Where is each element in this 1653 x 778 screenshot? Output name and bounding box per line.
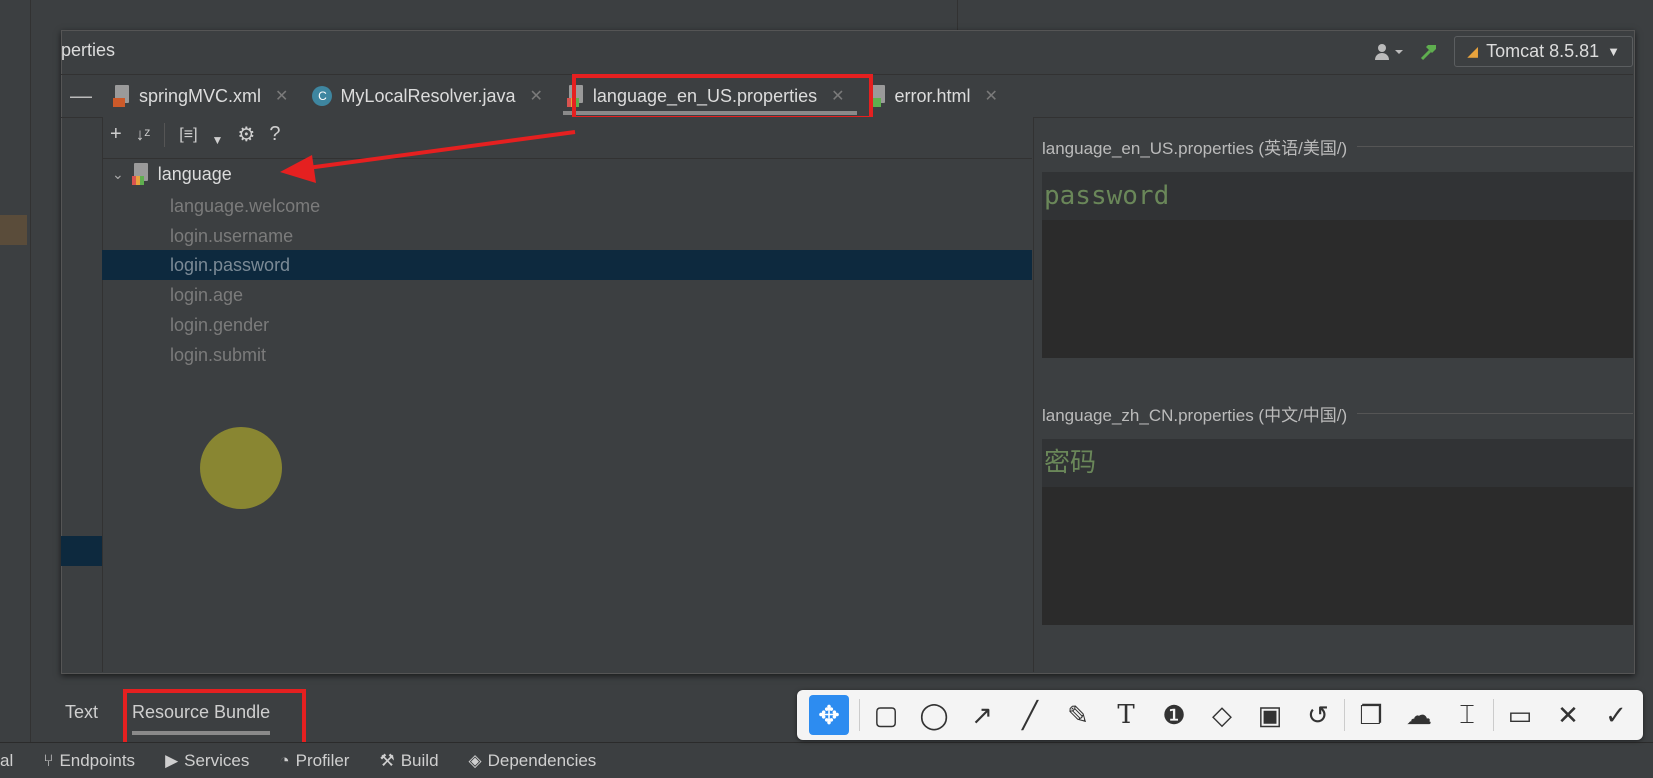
eraser-icon[interactable]: ◇: [1198, 695, 1246, 735]
java-class-icon: C: [312, 86, 333, 106]
ellipse-icon[interactable]: ◯: [910, 695, 958, 735]
copy-icon[interactable]: ❐: [1347, 695, 1395, 735]
tab-text[interactable]: Text: [61, 696, 102, 729]
tree-key-row-selected[interactable]: login.password: [102, 250, 1032, 280]
close-icon[interactable]: ✕: [1544, 695, 1592, 735]
build-icon: ⚒: [379, 750, 395, 770]
en-us-value-editor[interactable]: password: [1042, 172, 1633, 358]
left-tool-strip: [0, 0, 31, 742]
zh-cn-value-label: language_zh_CN.properties (中文/中国/): [1042, 401, 1633, 426]
statusbar-dependencies[interactable]: ◈ Dependencies: [469, 751, 597, 771]
window-title: perties: [61, 40, 116, 60]
ocr-icon[interactable]: ⌶: [1443, 695, 1491, 735]
gutter-selection-marker: [61, 536, 102, 566]
confirm-icon[interactable]: ✓: [1592, 695, 1640, 735]
annotation-arrow: [280, 130, 576, 183]
statusbar-terminal[interactable]: al: [0, 751, 13, 771]
text-icon[interactable]: T: [1102, 695, 1150, 735]
statusbar-profiler[interactable]: ◔ Profiler: [279, 751, 349, 771]
chevron-down-icon: ▼: [1607, 44, 1620, 59]
screenshot-annotation-toolbar: ✥ ▢ ◯ ↗ ╱ ✎ T ❶ ◇ ▣ ↺ ❐ ☁ ⌶ ▭ ✕ ✓: [797, 690, 1643, 740]
tree-key-row[interactable]: language.welcome: [102, 191, 1032, 221]
run-config-label: Tomcat 8.5.81: [1486, 41, 1600, 61]
dropdown-icon[interactable]: ▼: [212, 133, 224, 147]
sort-icon[interactable]: ↓ᶻ: [136, 125, 151, 145]
tree-root-language[interactable]: ⌄ language: [112, 163, 232, 185]
tree-key-row[interactable]: login.gender: [102, 310, 1032, 340]
collapse-icon[interactable]: —: [61, 83, 101, 109]
user-icon[interactable]: [1374, 42, 1404, 62]
line-icon[interactable]: ╱: [1006, 695, 1054, 735]
mosaic-icon[interactable]: ▣: [1246, 695, 1294, 735]
tree-key-row[interactable]: login.age: [102, 280, 1032, 310]
endpoints-icon: ⑂: [43, 750, 54, 770]
undo-icon[interactable]: ↺: [1294, 695, 1342, 735]
statusbar-build[interactable]: ⚒ Build: [379, 751, 438, 771]
tool-window-bar: al ⑂ Endpoints ▶ Services ◔ Profiler ⚒ Build…: [0, 742, 1653, 778]
tree-key-row[interactable]: login.username: [102, 221, 1032, 251]
rectangle-icon[interactable]: ▢: [862, 695, 910, 735]
en-us-value-label: language_en_US.properties (英语/美国/): [1042, 134, 1633, 159]
run-config-dropdown[interactable]: ◢ Tomcat 8.5.81 ▼: [1454, 36, 1633, 67]
save-icon[interactable]: ▭: [1496, 695, 1544, 735]
resource-bundle-icon: [131, 163, 150, 185]
close-icon[interactable]: ✕: [275, 86, 288, 106]
highlight-box-resource-bundle: [123, 689, 306, 747]
group-icon[interactable]: [≡]: [179, 126, 197, 144]
xml-file-icon: [113, 85, 131, 107]
profiler-icon: ◔: [279, 750, 290, 770]
statusbar-services[interactable]: ▶ Services: [165, 751, 249, 771]
tab-springmvc-xml[interactable]: springMVC.xml ✕: [101, 75, 300, 117]
arrow-icon[interactable]: ↗: [958, 695, 1006, 735]
highlight-box-active-tab: [572, 74, 873, 120]
tab-error-html[interactable]: error.html ✕: [857, 75, 1010, 117]
pen-icon[interactable]: ✎: [1054, 695, 1102, 735]
toolbar-right: ◢ Tomcat 8.5.81 ▼: [1374, 36, 1633, 67]
build-hammer-icon[interactable]: [1418, 41, 1440, 63]
upload-icon[interactable]: ☁: [1395, 695, 1443, 735]
gear-icon[interactable]: ⚙: [237, 122, 255, 147]
zh-cn-value-editor[interactable]: 密码: [1042, 439, 1633, 625]
dependencies-icon: ◈: [468, 750, 482, 770]
side-gap: [31, 0, 61, 742]
statusbar-endpoints[interactable]: ⑂ Endpoints: [43, 751, 135, 771]
move-icon[interactable]: ✥: [809, 695, 849, 735]
close-icon[interactable]: ✕: [985, 86, 998, 106]
chevron-down-icon[interactable]: ⌄: [112, 166, 124, 183]
top-divider: [957, 0, 958, 32]
zh-cn-value-text[interactable]: 密码: [1042, 439, 1633, 487]
toolbar-separator: [1344, 699, 1345, 731]
toolbar-separator: [859, 699, 860, 731]
cursor-highlight-circle: [200, 427, 282, 509]
tree-key-row[interactable]: login.submit: [102, 340, 1032, 370]
add-icon[interactable]: +: [110, 123, 122, 146]
toolbar-separator: [164, 122, 166, 147]
bundle-toolbar: + ↓ᶻ [≡] ▼ ⚙ ?: [110, 122, 280, 147]
number-icon[interactable]: ❶: [1150, 695, 1198, 735]
strip-marker: [0, 215, 27, 245]
tomcat-icon: ◢: [1467, 43, 1479, 59]
toolbar-separator: [1493, 699, 1494, 731]
services-icon: ▶: [165, 750, 179, 770]
tab-mylocalresolver-java[interactable]: C MyLocalResolver.java ✕: [300, 75, 554, 117]
en-us-value-text[interactable]: password: [1042, 172, 1633, 220]
close-icon[interactable]: ✕: [530, 86, 543, 106]
